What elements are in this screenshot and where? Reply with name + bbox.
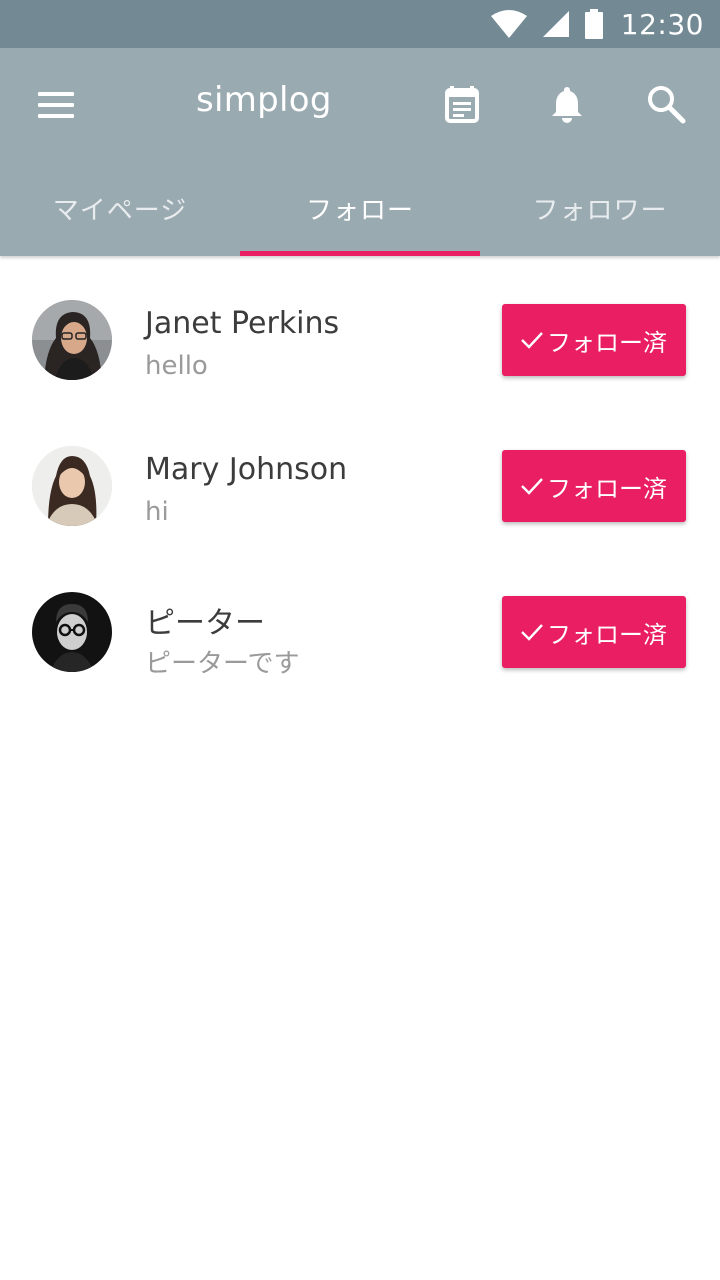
list-item[interactable]: Mary Johnson hi フォロー済 <box>0 402 720 548</box>
check-icon <box>521 478 543 495</box>
app-title: simplog <box>196 80 332 120</box>
check-icon <box>521 332 543 349</box>
list-item[interactable]: Janet Perkins hello フォロー済 <box>0 256 720 402</box>
toolbar: simplog <box>0 48 720 160</box>
list-item[interactable]: ピーター ピーターです フォロー済 <box>0 548 720 694</box>
followed-button-label: フォロー済 <box>547 328 667 357</box>
follow-message: hi <box>145 497 169 527</box>
battery-icon <box>584 9 603 39</box>
followed-button[interactable]: フォロー済 <box>502 304 686 376</box>
followed-button-label: フォロー済 <box>547 474 667 503</box>
bell-icon[interactable] <box>547 84 587 124</box>
follow-name: ピーター <box>145 606 265 641</box>
tab-followers[interactable]: フォロワー <box>480 160 720 256</box>
tab-follow[interactable]: フォロー <box>240 160 480 256</box>
status-bar: 12:30 <box>0 0 720 48</box>
follow-name: Janet Perkins <box>145 306 340 341</box>
followed-button[interactable]: フォロー済 <box>502 450 686 522</box>
follow-list: Janet Perkins hello フォロー済 Mary Johnson h… <box>0 256 720 694</box>
menu-icon[interactable] <box>38 92 74 118</box>
avatar <box>32 446 112 526</box>
follow-name: Mary Johnson <box>145 452 348 487</box>
check-icon <box>521 624 543 641</box>
status-time: 12:30 <box>620 7 704 41</box>
avatar <box>32 592 112 672</box>
tab-bar: マイページ フォロー フォロワー <box>0 160 720 256</box>
follow-message: hello <box>145 351 208 381</box>
app-bar: simplog マイページ フォロー フォロワー <box>0 48 720 256</box>
calendar-icon[interactable] <box>442 84 482 124</box>
followed-button[interactable]: フォロー済 <box>502 596 686 668</box>
avatar <box>32 300 112 380</box>
wifi-icon <box>490 10 527 38</box>
tab-mypage[interactable]: マイページ <box>0 160 240 256</box>
search-icon[interactable] <box>646 84 686 124</box>
cell-signal-icon <box>542 11 569 37</box>
followed-button-label: フォロー済 <box>547 620 667 649</box>
follow-message: ピーターです <box>145 649 300 679</box>
